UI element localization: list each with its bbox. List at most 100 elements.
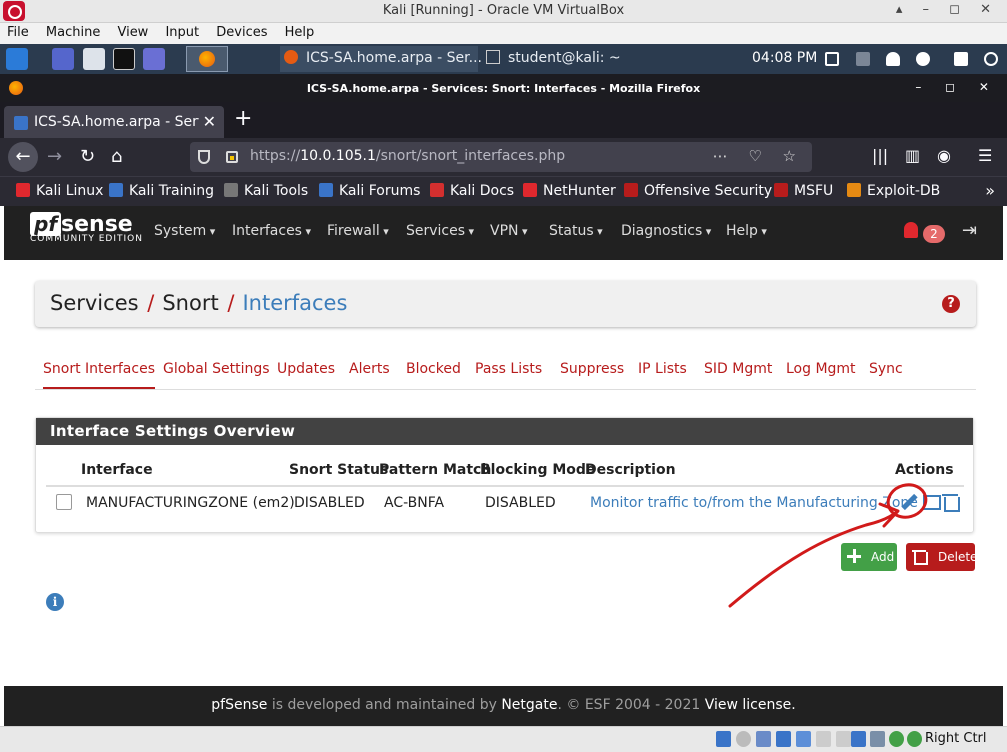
delete-trash-icon[interactable]: [942, 492, 960, 512]
tracking-shield-icon[interactable]: [198, 150, 210, 164]
nav-interfaces[interactable]: Interfaces: [232, 223, 311, 239]
offsec-icon: [624, 183, 638, 197]
bookmark-offensive-security[interactable]: Offensive Security: [624, 183, 772, 199]
close-tab-icon[interactable]: ✕: [203, 112, 216, 131]
tab-sid-mgmt[interactable]: SID Mgmt: [704, 361, 772, 377]
tab-updates[interactable]: Updates: [277, 361, 335, 377]
bookmark-kali-docs[interactable]: Kali Docs: [430, 183, 514, 199]
bookmark-nethunter[interactable]: NetHunter: [523, 183, 616, 199]
usb-icon[interactable]: [796, 731, 811, 747]
bookmark-kali-tools[interactable]: Kali Tools: [224, 183, 308, 199]
footer-netgate-link[interactable]: Netgate: [501, 697, 557, 713]
delete-button[interactable]: Delete: [906, 543, 977, 571]
nav-firewall[interactable]: Firewall: [327, 223, 389, 239]
bookmark-kali-training[interactable]: Kali Training: [109, 183, 214, 199]
taskbar-task-terminal[interactable]: student@kali: ~: [486, 50, 621, 66]
menu-input[interactable]: Input: [158, 23, 205, 40]
window-controls[interactable]: ▴ – ◻ ✕: [896, 2, 999, 17]
menu-devices[interactable]: Devices: [209, 23, 273, 40]
taskbar-clock[interactable]: 04:08 PM: [752, 50, 817, 66]
home-button-icon[interactable]: ⌂: [111, 146, 122, 167]
info-icon[interactable]: i: [46, 593, 64, 611]
view-screen-icon[interactable]: [922, 492, 941, 512]
nav-system[interactable]: System: [154, 223, 215, 239]
add-button[interactable]: Add: [841, 543, 897, 571]
lock-icon[interactable]: [954, 52, 968, 66]
nav-services[interactable]: Services: [406, 223, 474, 239]
back-button-icon[interactable]: ←: [8, 142, 38, 172]
firefox-window-controls[interactable]: – ◻ ✕: [915, 80, 999, 94]
file-manager-icon[interactable]: [83, 48, 105, 70]
video-capture-icon[interactable]: [851, 731, 866, 747]
url-actions[interactable]: ⋯ ♡ ☆: [713, 147, 804, 165]
nav-diagnostics[interactable]: Diagnostics: [621, 223, 711, 239]
reload-button-icon[interactable]: ↻: [80, 146, 95, 167]
menu-file[interactable]: File: [0, 23, 35, 40]
tab-sync[interactable]: Sync: [869, 361, 903, 377]
notifications-bell-icon[interactable]: [886, 52, 900, 66]
audio-icon[interactable]: [756, 731, 771, 747]
help-icon[interactable]: ?: [942, 295, 960, 313]
virtualbox-menu-bar: File Machine View Input Devices Help: [0, 23, 1007, 44]
bookmark-msfu[interactable]: MSFU: [774, 183, 833, 199]
notification-count-badge[interactable]: 2: [923, 225, 945, 243]
shared-folders-icon[interactable]: [816, 731, 831, 747]
menu-view[interactable]: View: [110, 23, 154, 40]
screen-recorder-icon[interactable]: [143, 48, 165, 70]
new-tab-icon[interactable]: +: [234, 106, 252, 131]
power-icon[interactable]: [916, 52, 930, 66]
tab-ip-lists[interactable]: IP Lists: [638, 361, 687, 377]
nav-help[interactable]: Help: [726, 223, 767, 239]
menu-machine[interactable]: Machine: [39, 23, 106, 40]
library-icon[interactable]: |||: [872, 146, 888, 165]
forward-button-icon[interactable]: →: [47, 146, 62, 167]
site-security-lock-icon[interactable]: [226, 151, 238, 163]
sidebar-icon[interactable]: ▥: [905, 146, 920, 165]
cpu-icon[interactable]: [870, 731, 885, 747]
pfsense-logo[interactable]: pf sense COMMUNITY EDITION: [30, 212, 143, 244]
optical-drive-icon[interactable]: [736, 731, 751, 747]
volume-icon[interactable]: [856, 52, 870, 66]
footer-pfsense-link[interactable]: pfSense: [211, 697, 267, 713]
firefox-launcher-icon[interactable]: [186, 46, 228, 72]
logout-icon[interactable]: ⇥: [962, 220, 977, 241]
edit-pencil-icon[interactable]: [900, 492, 918, 512]
breadcrumb-interfaces[interactable]: Interfaces: [242, 291, 347, 315]
tab-global-settings[interactable]: Global Settings: [163, 361, 270, 377]
menu-help[interactable]: Help: [278, 23, 321, 40]
cell-description-link[interactable]: Monitor traffic to/from the Manufacturin…: [590, 495, 918, 511]
hamburger-menu-icon[interactable]: ☰: [978, 146, 992, 165]
tab-pass-lists[interactable]: Pass Lists: [475, 361, 542, 377]
url-text[interactable]: https://10.0.105.1/snort/snort_interface…: [250, 148, 565, 164]
network-icon[interactable]: [776, 731, 791, 747]
notifications-bell-icon[interactable]: [904, 222, 918, 238]
footer-license-link[interactable]: View license.: [705, 697, 796, 713]
bookmarks-overflow-icon[interactable]: »: [985, 181, 995, 200]
browser-tab[interactable]: ICS-SA.home.arpa - Services: Snort: Inte…: [4, 106, 224, 138]
account-icon[interactable]: ◉: [937, 146, 951, 165]
bookmark-kali-linux[interactable]: Kali Linux: [16, 183, 103, 199]
bookmark-exploit-db[interactable]: Exploit-DB: [847, 183, 940, 199]
display-icon[interactable]: [836, 731, 851, 747]
taskbar-task-firefox[interactable]: ICS-SA.home.arpa - Ser...: [284, 50, 482, 66]
tab-alerts[interactable]: Alerts: [349, 361, 390, 377]
column-description: Description: [585, 462, 676, 478]
tab-blocked[interactable]: Blocked: [406, 361, 461, 377]
kali-menu-icon[interactable]: [6, 48, 28, 70]
hard-disk-icon[interactable]: [716, 731, 731, 747]
keyboard-capture-icon[interactable]: [907, 731, 922, 747]
logout-icon[interactable]: [984, 52, 998, 66]
terminal-icon[interactable]: [113, 48, 135, 70]
guest-additions-icon[interactable]: [889, 731, 904, 747]
display-icon[interactable]: [825, 52, 839, 66]
url-bar[interactable]: https://10.0.105.1/snort/snort_interface…: [190, 142, 812, 172]
tab-suppress[interactable]: Suppress: [560, 361, 624, 377]
nav-status[interactable]: Status: [549, 223, 603, 239]
tab-log-mgmt[interactable]: Log Mgmt: [786, 361, 856, 377]
tab-snort-interfaces[interactable]: Snort Interfaces: [43, 361, 155, 389]
column-pattern-match: Pattern Match: [379, 462, 492, 478]
nav-vpn[interactable]: VPN: [490, 223, 528, 239]
row-select-checkbox[interactable]: [56, 494, 72, 510]
bookmark-kali-forums[interactable]: Kali Forums: [319, 183, 420, 199]
workspace-icon[interactable]: [52, 48, 74, 70]
